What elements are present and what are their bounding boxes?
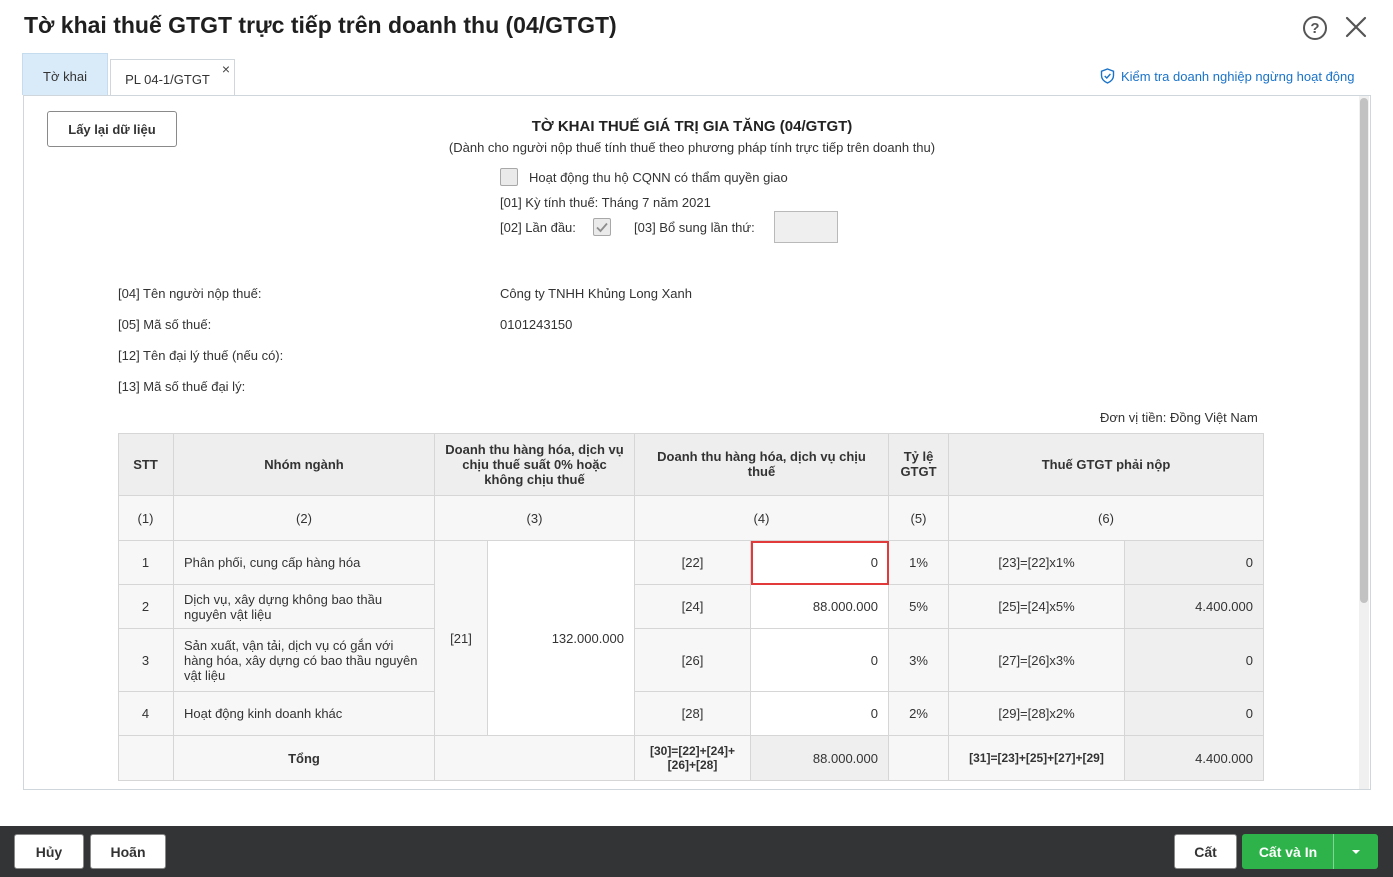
total-stt-empty <box>118 736 174 781</box>
revenue-code: [24] <box>635 585 751 629</box>
revenue-input-22[interactable]: 0 <box>751 541 889 585</box>
save-print-dropdown[interactable] <box>1333 834 1378 869</box>
reload-data-button[interactable]: Lấy lại dữ liệu <box>47 111 177 147</box>
collect-on-behalf-label: Hoạt động thu hộ CQNN có thẩm quyền giao <box>529 170 788 185</box>
col-num: (4) <box>635 496 889 541</box>
header-rate: Tỷ lệ GTGT <box>889 433 949 496</box>
header-vat: Thuế GTGT phải nộp <box>949 433 1264 496</box>
cancel-button[interactable]: Hủy <box>14 834 84 869</box>
revenue-input-26[interactable]: 0 <box>751 629 889 692</box>
col-num: (1) <box>118 496 174 541</box>
vat-formula: [27]=[26]x3% <box>949 629 1125 692</box>
col-num: (6) <box>949 496 1264 541</box>
row-stt: 3 <box>118 629 174 692</box>
supplement-label: [03] Bổ sung lần thứ: <box>634 220 755 235</box>
first-time-label: [02] Lần đầu: <box>500 220 576 235</box>
taxpayer-name-value: Công ty TNHH Khủng Long Xanh <box>500 286 692 301</box>
row-stt: 2 <box>118 585 174 629</box>
vat-formula: [23]=[22]x1% <box>949 541 1125 585</box>
form-title: TỜ KHAI THUẾ GIÁ TRỊ GIA TĂNG (04/GTGT) <box>531 118 853 135</box>
declaration-table: STT Nhóm ngành Doanh thu hàng hóa, dịch … <box>118 433 1264 781</box>
chevron-down-icon <box>1352 849 1360 854</box>
first-time-checkbox[interactable] <box>593 218 611 236</box>
supplement-number-input[interactable] <box>774 211 838 243</box>
help-button[interactable]: ? <box>1303 16 1327 40</box>
total-revenue-formula: [30]=[22]+[24]+[26]+[28] <box>635 736 751 781</box>
row-group: Dịch vụ, xây dựng không bao thầu nguyên … <box>174 585 435 629</box>
window-title: Tờ khai thuế GTGT trực tiếp trên doanh t… <box>24 12 617 38</box>
rate: 3% <box>889 629 949 692</box>
title-bar: Tờ khai thuế GTGT trực tiếp trên doanh t… <box>0 0 1393 56</box>
row-group: Hoạt động kinh doanh khác <box>174 692 435 736</box>
revenue-input-24[interactable]: 88.000.000 <box>751 585 889 629</box>
vat-formula: [29]=[28]x2% <box>949 692 1125 736</box>
checkmark-icon <box>596 222 608 233</box>
vat-value: 0 <box>1125 692 1264 736</box>
tax-agent-label: [12] Tên đại lý thuế (nếu có): <box>118 348 284 363</box>
row-group: Sản xuất, vận tải, dịch vụ có gắn với hà… <box>174 629 435 692</box>
total-rate-empty <box>889 736 949 781</box>
vat-value: 4.400.000 <box>1125 585 1264 629</box>
shield-check-icon <box>1100 68 1115 84</box>
vat-value: 0 <box>1125 629 1264 692</box>
scrollbar-thumb[interactable] <box>1360 98 1368 603</box>
vat-formula: [25]=[24]x5% <box>949 585 1125 629</box>
rate: 2% <box>889 692 949 736</box>
header-taxable-revenue: Doanh thu hàng hóa, dịch vụ chịu thuế <box>635 433 889 496</box>
total-revenue-value: 88.000.000 <box>751 736 889 781</box>
check-business-label: Kiểm tra doanh nghiệp ngừng hoạt động <box>1121 68 1355 84</box>
revenue-code: [28] <box>635 692 751 736</box>
help-icon: ? <box>1310 19 1320 37</box>
total-label: Tổng <box>174 736 435 781</box>
postpone-button[interactable]: Hoãn <box>90 834 166 869</box>
col-num: (5) <box>889 496 949 541</box>
zero-revenue-input[interactable]: 132.000.000 <box>488 541 635 736</box>
save-and-print-button[interactable]: Cất và In <box>1242 834 1334 869</box>
rate: 5% <box>889 585 949 629</box>
tax-agent-code-label: [13] Mã số thuế đại lý: <box>118 379 246 394</box>
save-button[interactable]: Cất <box>1174 834 1237 869</box>
row-stt: 4 <box>118 692 174 736</box>
vat-value: 0 <box>1125 541 1264 585</box>
check-business-link[interactable]: Kiểm tra doanh nghiệp ngừng hoạt động <box>1100 68 1355 84</box>
tab-pl-04-1[interactable]: PL 04-1/GTGT × <box>110 59 235 95</box>
zero-revenue-code: [21] <box>435 541 488 736</box>
collect-on-behalf-checkbox[interactable] <box>500 168 518 186</box>
total-zero-empty <box>435 736 635 781</box>
close-icon[interactable] <box>1343 14 1369 40</box>
tab-label: Tờ khai <box>43 69 87 84</box>
row-group: Phân phối, cung cấp hàng hóa <box>174 541 435 585</box>
revenue-input-28[interactable]: 0 <box>751 692 889 736</box>
taxpayer-name-label: [04] Tên người nộp thuế: <box>118 286 262 301</box>
header-group: Nhóm ngành <box>174 433 435 496</box>
header-stt: STT <box>118 433 174 496</box>
tab-label: PL 04-1/GTGT <box>125 72 210 87</box>
revenue-code: [26] <box>635 629 751 692</box>
rate: 1% <box>889 541 949 585</box>
total-vat-formula: [31]=[23]+[25]+[27]+[29] <box>949 736 1125 781</box>
row-stt: 1 <box>118 541 174 585</box>
col-num: (2) <box>174 496 435 541</box>
footer-bar: Hủy Hoãn Cất Cất và In <box>0 826 1393 877</box>
total-vat-value: 4.400.000 <box>1125 736 1264 781</box>
tab-close-icon[interactable]: × <box>222 61 230 77</box>
header-zero-revenue: Doanh thu hàng hóa, dịch vụ chịu thuế su… <box>435 433 635 496</box>
form-subtitle: (Dành cho người nộp thuế tính thuế theo … <box>448 140 936 155</box>
col-num: (3) <box>435 496 635 541</box>
tax-period: [01] Kỳ tính thuế: Tháng 7 năm 2021 <box>500 195 711 210</box>
tab-to-khai[interactable]: Tờ khai <box>22 53 108 95</box>
revenue-code: [22] <box>635 541 751 585</box>
tax-code-value: 0101243150 <box>500 317 573 332</box>
tax-code-label: [05] Mã số thuế: <box>118 317 212 332</box>
currency-unit: Đơn vị tiền: Đồng Việt Nam <box>1100 410 1258 425</box>
